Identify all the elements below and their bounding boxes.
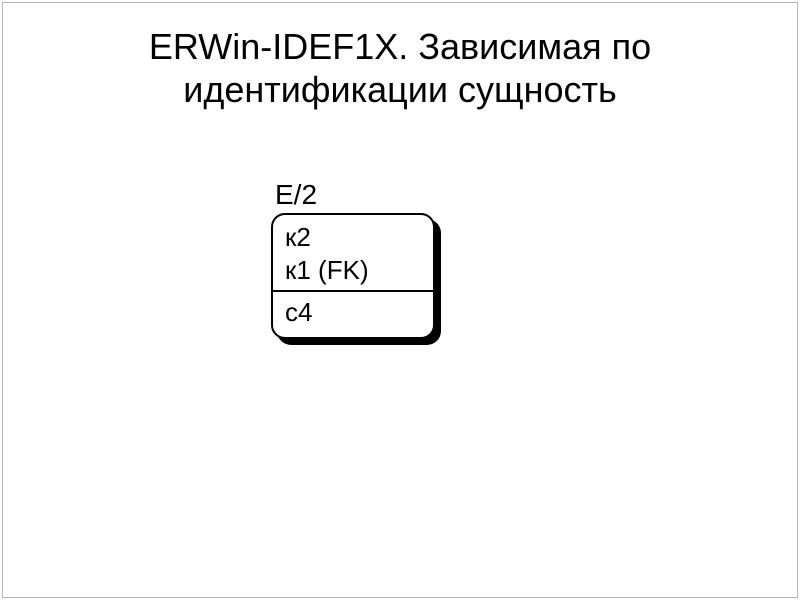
slide-frame: ERWin-IDEF1X. Зависимая по идентификации… bbox=[2, 2, 798, 598]
slide-title: ERWin-IDEF1X. Зависимая по идентификации… bbox=[3, 25, 797, 111]
entity-key-section: к2 к1 (FK) bbox=[273, 215, 433, 290]
entity-nonkey-section: с4 bbox=[273, 290, 433, 337]
entity-name: E/2 bbox=[275, 179, 435, 211]
entity-nonkey-attr: с4 bbox=[285, 296, 423, 329]
title-line-1: ERWin-IDEF1X. Зависимая по bbox=[3, 25, 797, 68]
entity-key-attr: к2 bbox=[285, 221, 423, 254]
entity-box-shadow: к2 к1 (FK) с4 bbox=[271, 213, 435, 339]
title-line-2: идентификации сущность bbox=[3, 68, 797, 111]
entity-diagram: E/2 к2 к1 (FK) с4 bbox=[271, 179, 435, 339]
entity-box: к2 к1 (FK) с4 bbox=[271, 213, 435, 339]
entity-key-attr: к1 (FK) bbox=[285, 254, 423, 287]
